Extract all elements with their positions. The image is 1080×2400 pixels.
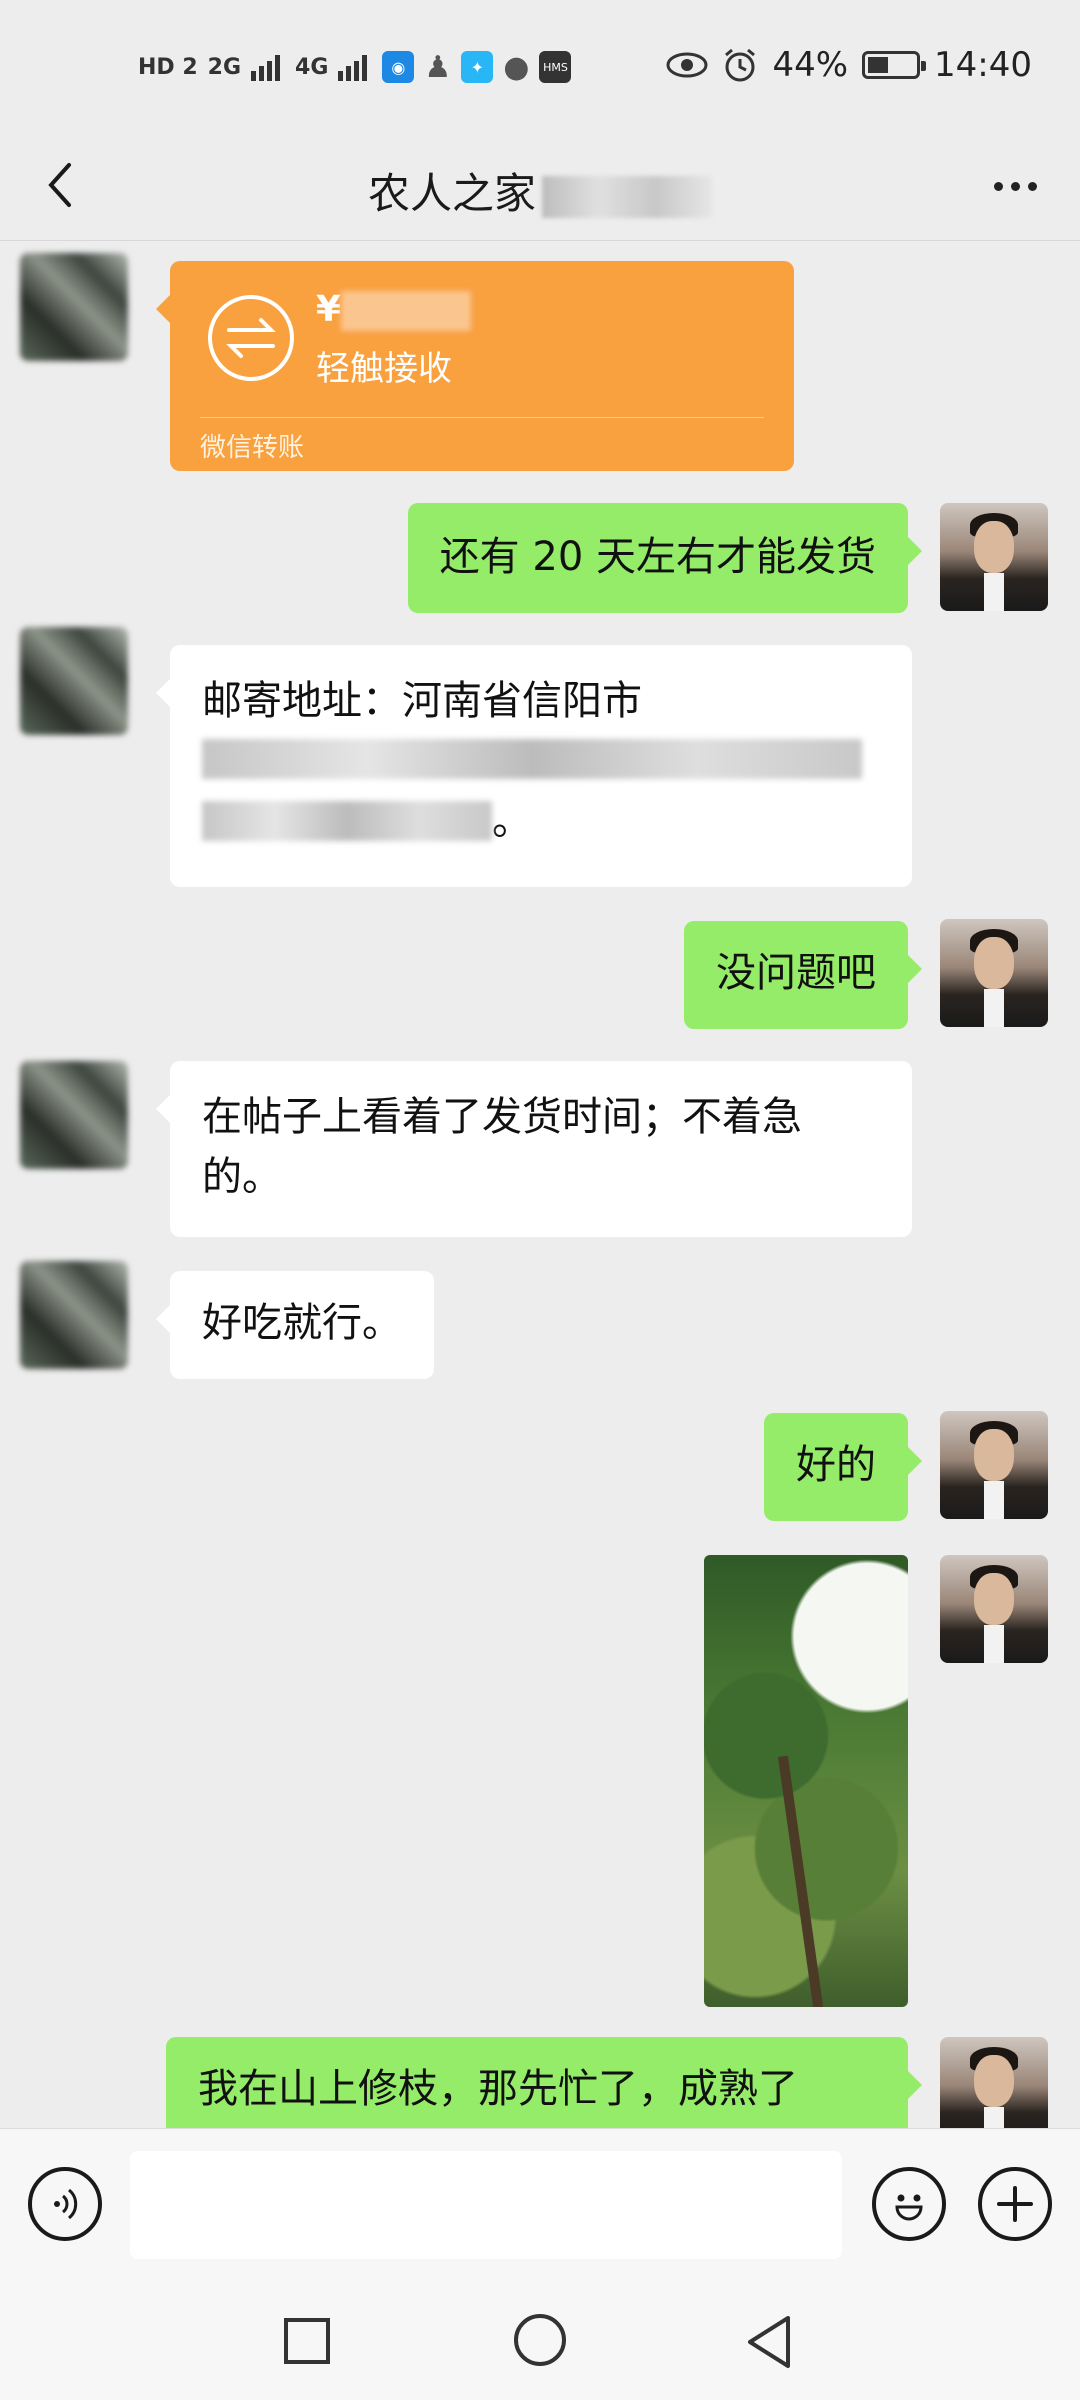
recent-apps-button[interactable] (284, 2318, 330, 2364)
plus-icon (997, 2186, 1033, 2222)
contact-avatar[interactable] (20, 1061, 128, 1169)
nav-back-button[interactable] (744, 2314, 794, 2370)
qq-icon: ♟ (424, 49, 452, 85)
wechat-transfer-card[interactable]: ¥ 轻触接收 微信转账 (156, 261, 794, 471)
message-bubble-sent[interactable]: 没问题吧 (684, 921, 922, 1029)
hd-indicator: HD 2 (138, 54, 198, 80)
clock: 14:40 (934, 45, 1032, 85)
battery-percent: 44% (772, 45, 849, 85)
avatar-face (974, 937, 1014, 989)
message-text: 在帖子上看着了发货时间；不着急的。 (202, 1094, 802, 1200)
redacted-address (202, 739, 862, 779)
status-bar: HD 2 2G 4G ◉ ♟ ✦ ● HMS 44% 14:40 (0, 0, 1080, 130)
message-text: 好吃就行。 (202, 1300, 402, 1346)
avatar-face (974, 1573, 1014, 1625)
network-4g: 4G (295, 54, 329, 80)
message-bubble-received[interactable]: 邮寄地址：河南省信阳市 。 (156, 645, 912, 887)
signal-icon-2 (338, 55, 368, 81)
more-dot (1010, 181, 1020, 191)
message-text: 我在山上修枝，那先忙了，成熟了 (198, 2066, 798, 2112)
contact-avatar[interactable] (20, 627, 128, 735)
avatar-shirt (984, 573, 1004, 611)
my-avatar[interactable] (940, 503, 1048, 611)
message-text: 邮寄地址：河南省信阳市 (202, 678, 642, 724)
network-2g: 2G (207, 54, 242, 80)
message-text: 没问题吧 (716, 950, 876, 996)
avatar-shirt (984, 1481, 1004, 1519)
avatar-face (974, 2055, 1014, 2107)
emoji-button[interactable] (872, 2167, 946, 2241)
chat-header: 农人之家 (0, 130, 1080, 242)
transfer-action: 轻触接收 (316, 349, 452, 389)
avatar-shirt (984, 2107, 1004, 2128)
redacted-address-tail: 。 (202, 791, 880, 851)
avatar-shirt (984, 989, 1004, 1027)
voice-icon (54, 2188, 78, 2220)
my-avatar[interactable] (940, 919, 1048, 1027)
message-list[interactable]: ¥ 轻触接收 微信转账 还有 20 天左右才能发货 邮寄地址：河南省信阳市 。 … (0, 241, 1080, 2128)
transfer-amount: ¥ (316, 289, 472, 331)
sent-image-tree[interactable] (704, 1555, 908, 2007)
currency-symbol: ¥ (316, 289, 342, 330)
tree-trunk (777, 1755, 825, 2007)
message-text: 好的 (796, 1442, 876, 1488)
message-bubble-received[interactable]: 好吃就行。 (156, 1271, 434, 1379)
signal-icon (251, 55, 281, 81)
contact-avatar[interactable] (20, 253, 128, 361)
more-dot (993, 181, 1003, 191)
contact-avatar[interactable] (20, 1261, 128, 1369)
my-avatar[interactable] (940, 1555, 1048, 1663)
chat-screen: HD 2 2G 4G ◉ ♟ ✦ ● HMS 44% 14:40 农人之家 ¥ … (0, 0, 1080, 2400)
system-nav-bar (0, 2278, 1080, 2400)
message-bubble-sent[interactable]: 好的 (764, 1413, 922, 1521)
status-right-icons: 44% 14:40 (666, 40, 1032, 90)
battery-icon (862, 51, 927, 79)
avatar-shirt (984, 1625, 1004, 1663)
emoji-icon (895, 2194, 923, 2221)
chat-title: 农人之家 (0, 160, 1080, 221)
chat-notification-icon: ● (503, 49, 530, 85)
status-left-icons: HD 2 2G 4G ◉ ♟ ✦ ● HMS (138, 42, 572, 92)
redacted-title-part (542, 175, 712, 218)
my-avatar[interactable] (940, 1411, 1048, 1519)
redacted-amount (341, 291, 472, 331)
more-dot (1027, 181, 1037, 191)
transfer-divider (200, 417, 764, 418)
message-text: 还有 20 天左右才能发货 (439, 534, 876, 580)
voice-button[interactable] (28, 2167, 102, 2241)
avatar-face (974, 521, 1014, 573)
more-button[interactable] (980, 156, 1050, 216)
avatar-face (974, 1429, 1014, 1481)
eye-app-icon: ◉ (382, 51, 415, 83)
chat-title-text: 农人之家 (367, 169, 536, 218)
hms-icon: HMS (539, 51, 572, 83)
home-button[interactable] (514, 2314, 566, 2366)
plus-button[interactable] (978, 2167, 1052, 2241)
message-input[interactable] (130, 2151, 842, 2259)
eye-icon (666, 52, 708, 78)
input-bar (0, 2128, 1080, 2278)
alarm-icon (725, 48, 756, 82)
message-text-tail: 。 (492, 798, 532, 844)
message-bubble-sent[interactable]: 还有 20 天左右才能发货 (407, 503, 923, 613)
my-avatar[interactable] (940, 2037, 1048, 2128)
transfer-footer: 微信转账 (200, 433, 305, 463)
bulb-icon: ✦ (461, 51, 494, 83)
message-bubble-received[interactable]: 在帖子上看着了发货时间；不着急的。 (156, 1061, 912, 1237)
message-bubble-sent[interactable]: 我在山上修枝，那先忙了，成熟了 (166, 2037, 922, 2128)
redacted-address (202, 801, 492, 841)
transfer-icon (208, 295, 294, 381)
